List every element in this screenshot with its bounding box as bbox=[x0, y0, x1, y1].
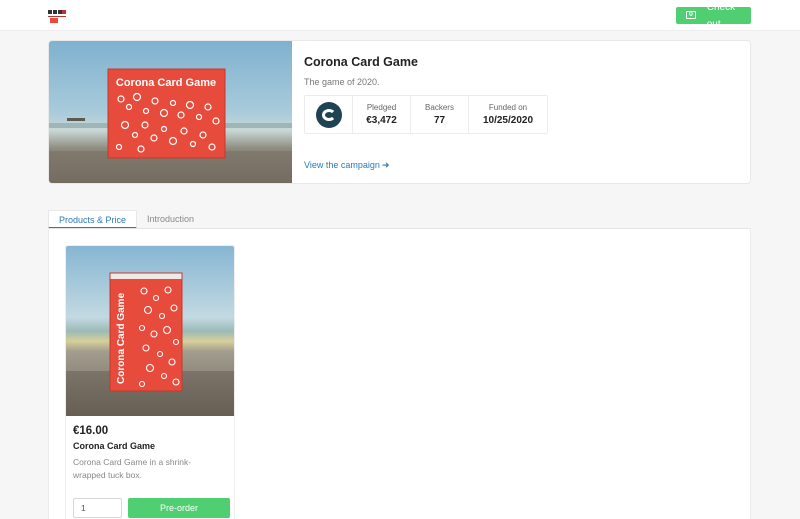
top-bar: 0 Check out bbox=[0, 0, 800, 31]
product-name: Corona Card Game bbox=[73, 441, 156, 451]
campaign-title: Corona Card Game bbox=[304, 55, 418, 69]
view-campaign-link[interactable]: View the campaign ➜ bbox=[304, 160, 389, 171]
product-description: Corona Card Game in a shrink-wrapped tuc… bbox=[73, 457, 192, 480]
funded-label: Funded on bbox=[488, 103, 528, 112]
pledged-value: €3,472 bbox=[366, 115, 397, 126]
cart-count: 0 bbox=[689, 10, 693, 18]
preorder-button[interactable]: Pre-order bbox=[128, 498, 230, 518]
product-price: €16.00 bbox=[73, 425, 109, 437]
product-card: Corona Card Game €16.00 Corona Card Game… bbox=[65, 245, 235, 519]
quantity-input[interactable]: 1 bbox=[73, 498, 122, 518]
backers-stat: Backers 77 bbox=[411, 96, 469, 133]
campaign-card: Corona Card Game Corona Card Game The ga… bbox=[48, 40, 751, 184]
checkout-label: Check out bbox=[706, 1, 736, 30]
campaign-subtitle: The game of 2020. bbox=[304, 77, 380, 87]
backers-value: 77 bbox=[433, 115, 446, 126]
pledged-label: Pledged bbox=[366, 103, 397, 112]
creator-stat bbox=[305, 96, 353, 133]
arrow-right-icon: ➜ bbox=[381, 160, 390, 170]
cart-icon: 0 bbox=[683, 10, 699, 22]
view-campaign-label: View the campaign bbox=[304, 160, 380, 170]
product-image: Corona Card Game bbox=[66, 246, 234, 416]
checkout-button[interactable]: 0 Check out bbox=[676, 2, 751, 30]
site-logo[interactable] bbox=[48, 10, 66, 23]
backers-label: Backers bbox=[425, 103, 454, 112]
funded-stat: Funded on 10/25/2020 bbox=[469, 96, 547, 133]
pledged-stat: Pledged €3,472 bbox=[353, 96, 411, 133]
tab-introduction[interactable]: Introduction bbox=[137, 210, 204, 229]
product-tabs: Products & Price Introduction bbox=[48, 210, 204, 229]
tab-products-price[interactable]: Products & Price bbox=[48, 210, 138, 229]
funded-value: 10/25/2020 bbox=[482, 115, 534, 126]
campaign-image: Corona Card Game bbox=[49, 41, 292, 183]
campaign-stats: Pledged €3,472 Backers 77 Funded on 10/2… bbox=[304, 95, 548, 134]
campaign-box-text: Corona Card Game bbox=[116, 77, 216, 89]
creator-logo-icon[interactable] bbox=[315, 101, 342, 128]
product-box-text: Corona Card Game bbox=[116, 292, 127, 384]
